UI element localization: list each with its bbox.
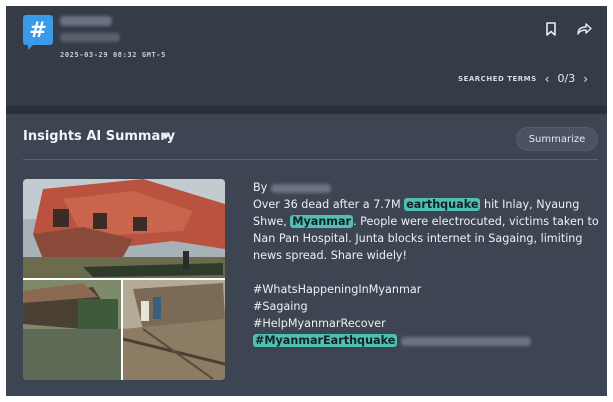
post-card: # 2025-03-29 08:32 GMT-5 SEARCHED TERMS … (6, 6, 607, 396)
hashtag-logo-icon: # (23, 15, 53, 50)
hashtag-line: #MyanmarEarthquake (253, 332, 603, 349)
redacted-byline (270, 183, 331, 193)
redacted-author-name (60, 16, 112, 26)
panel-title[interactable]: Insights AI Summary (23, 129, 175, 144)
highlight-term: earthquake (404, 198, 481, 211)
term-counter: 0/3 (557, 72, 576, 85)
post-content: By Over 36 dead after a 7.7M earthquake … (253, 179, 603, 349)
panel-divider (23, 159, 598, 160)
earthquake-damage-image (23, 179, 225, 380)
bookmark-icon (546, 22, 556, 36)
share-button[interactable] (575, 20, 593, 38)
post-header: # 2025-03-29 08:32 GMT-5 SEARCHED TERMS … (6, 6, 607, 106)
hashtag[interactable]: #HelpMyanmarRecover (253, 315, 603, 332)
insights-panel: Insights AI Summary Summarize By Over 36… (6, 114, 607, 396)
section-divider (6, 106, 607, 114)
previous-term-button[interactable]: ‹ (545, 73, 550, 85)
post-timestamp: 2025-03-29 08:32 GMT-5 (60, 51, 166, 59)
redacted-author-handle (60, 33, 120, 42)
searched-terms-navigator: SEARCHED TERMS ‹ 0/3 › (458, 72, 588, 85)
share-icon (577, 23, 592, 35)
highlight-term: Myanmar (290, 215, 354, 228)
hashtag[interactable]: #WhatsHappeningInMyanmar (253, 281, 603, 298)
highlight-hashtag[interactable]: #MyanmarEarthquake (253, 334, 398, 347)
bookmark-button[interactable] (542, 20, 560, 38)
redacted-hashtags (400, 336, 531, 346)
chevron-down-icon[interactable] (161, 134, 170, 140)
post-byline: By (253, 179, 603, 196)
summarize-button[interactable]: Summarize (516, 127, 598, 151)
hashtag[interactable]: #Sagaing (253, 298, 603, 315)
byline-label: By (253, 181, 268, 194)
post-image-collage[interactable] (23, 179, 225, 380)
searched-terms-label: SEARCHED TERMS (458, 74, 537, 83)
post-body: Over 36 dead after a 7.7M earthquake hit… (253, 196, 603, 264)
next-term-button[interactable]: › (583, 73, 588, 85)
post-text-segment: Over 36 dead after a 7.7M (253, 198, 405, 211)
